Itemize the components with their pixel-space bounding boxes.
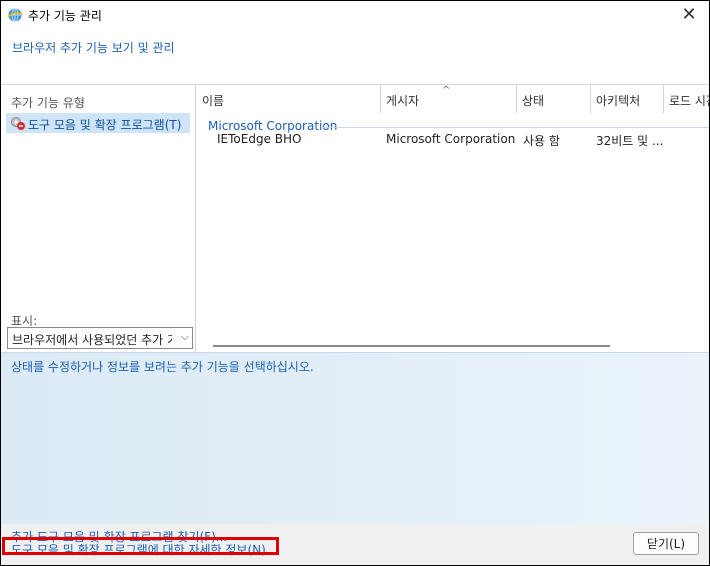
manage-addons-window: 추가 기능 관리 ✕ 브라우저 추가 기능 보기 및 관리 추가 기능 유형 도…	[0, 0, 710, 566]
table-row[interactable]: IEToEdge BHO Microsoft Corporation 사용 함 …	[196, 132, 709, 152]
chevron-down-icon: ⌵	[180, 330, 189, 343]
column-header-name[interactable]: 이름	[196, 85, 381, 113]
highlight-box	[2, 537, 279, 555]
sidebar-item-toolbars-extensions[interactable]: 도구 모음 및 확장 프로그램(T)	[6, 113, 190, 133]
cell-architecture: 32비트 및 ...	[596, 134, 664, 148]
toolbar-extension-icon	[11, 117, 25, 130]
close-button[interactable]: 닫기(L)	[633, 532, 699, 555]
group-divider	[321, 127, 709, 128]
sort-ascending-icon: ^	[442, 85, 451, 96]
column-header-load-time[interactable]: 로드 시간	[663, 85, 709, 113]
cell-name: IEToEdge BHO	[217, 132, 302, 146]
window-title: 추가 기능 관리	[28, 9, 102, 23]
sidebar-item-label: 도구 모음 및 확장 프로그램(T)	[28, 118, 182, 132]
details-pane: 상태를 수정하거나 정보를 보려는 추가 기능을 선택하십시오.	[1, 352, 709, 524]
column-header-architecture[interactable]: 아키텍처	[590, 85, 664, 113]
horizontal-scrollbar[interactable]	[213, 345, 610, 347]
group-name: Microsoft Corporation	[208, 119, 338, 133]
page-subtitle: 브라우저 추가 기능 보기 및 관리	[12, 41, 175, 55]
show-filter-value: 브라우저에서 사용되었던 추가 기능	[12, 333, 172, 347]
ie-globe-icon	[7, 8, 23, 22]
column-header-status[interactable]: 상태	[516, 85, 591, 113]
show-filter-dropdown[interactable]: 브라우저에서 사용되었던 추가 기능 ⌵	[7, 327, 193, 349]
sidebar-title: 추가 기능 유형	[11, 96, 85, 110]
cell-status: 사용 함	[523, 134, 560, 148]
details-message: 상태를 수정하거나 정보를 보려는 추가 기능을 선택하십시오.	[11, 360, 314, 374]
footer: 추가 도구 모음 및 확장 프로그램 찾기(F)... 도구 모음 및 확장 프…	[1, 524, 709, 565]
title-bar: 추가 기능 관리 ✕	[1, 1, 709, 31]
cell-publisher: Microsoft Corporation	[386, 132, 516, 146]
close-icon[interactable]: ✕	[677, 4, 701, 26]
addon-type-sidebar: 추가 기능 유형 도구 모음 및 확장 프로그램(T) 표시: 브라우저에서 사…	[1, 85, 196, 352]
addon-list: 이름 게시자 상태 아키텍처 로드 시간 ^ Microsoft Corpora…	[196, 85, 709, 352]
